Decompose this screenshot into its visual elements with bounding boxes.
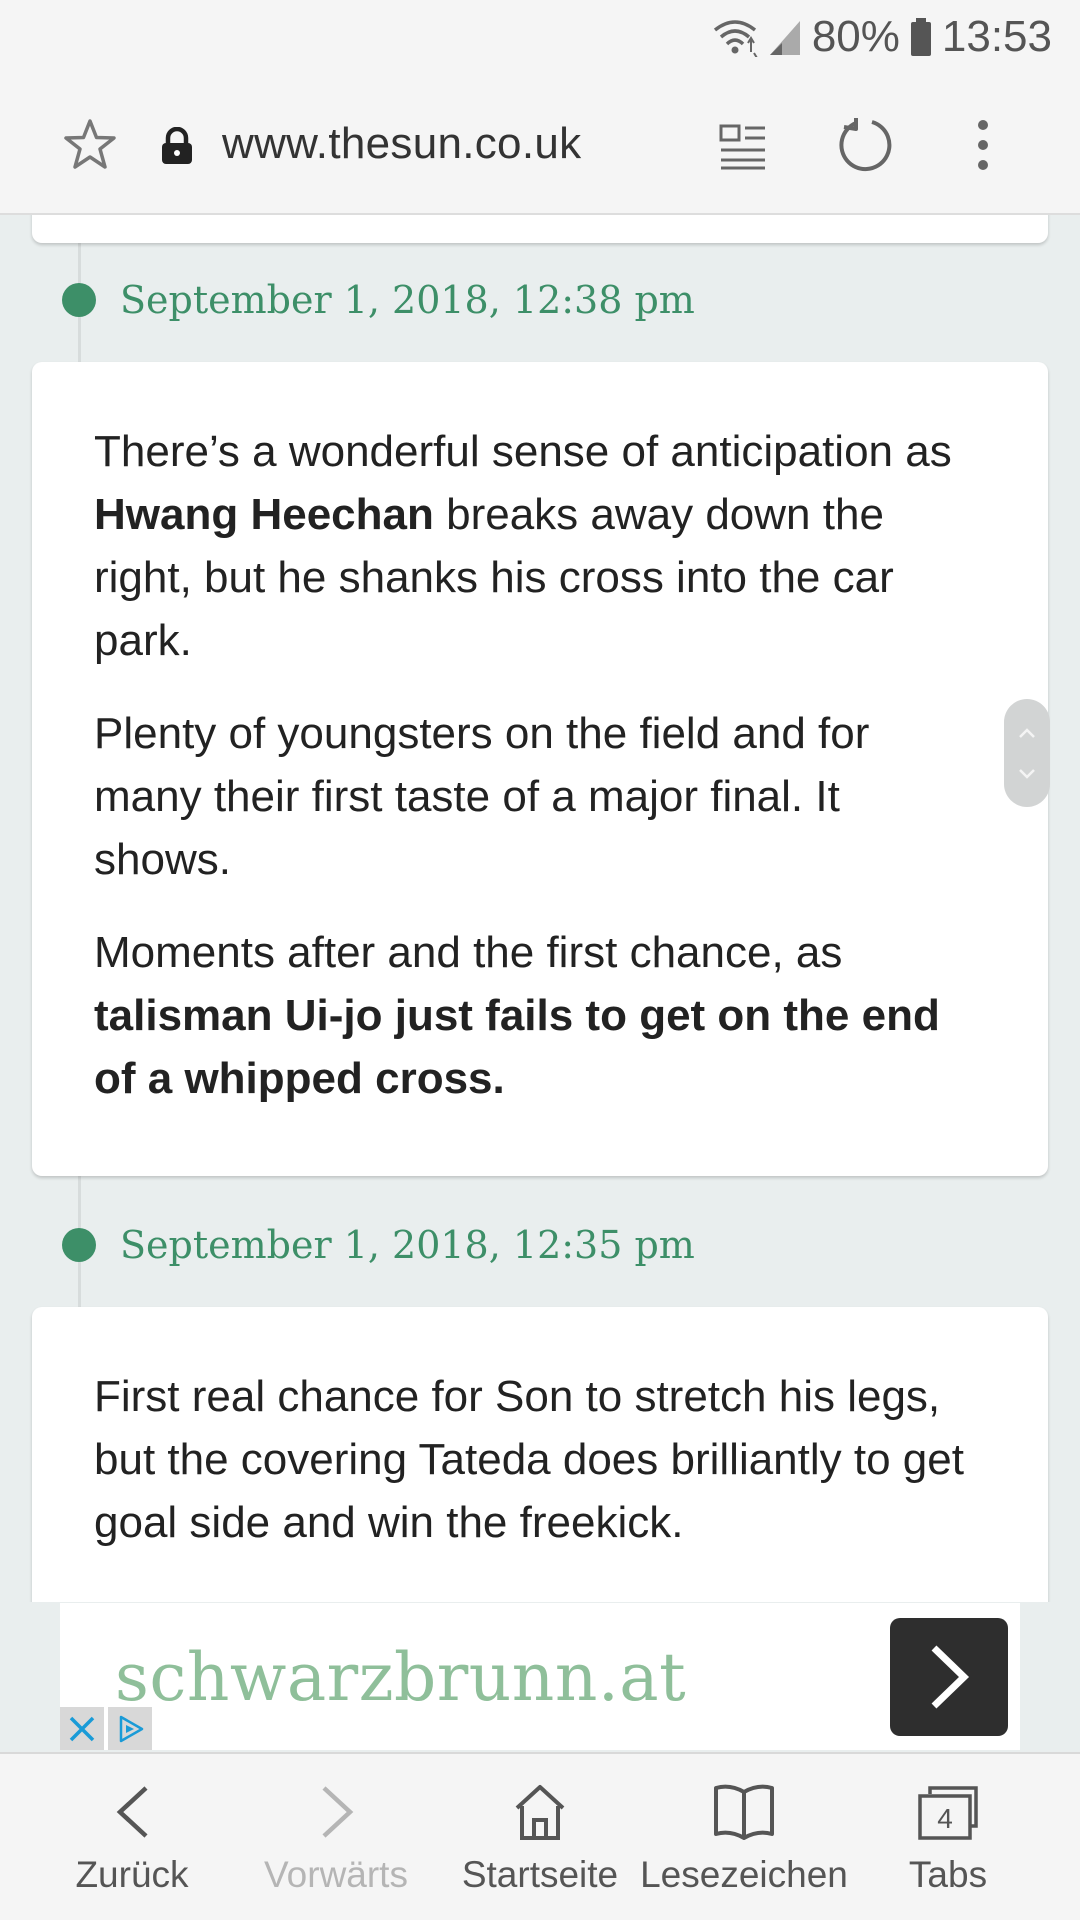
tabs-icon: 4 bbox=[840, 1782, 1056, 1848]
nav-back-button[interactable]: Zurück bbox=[24, 1754, 240, 1920]
tab-count: 4 bbox=[937, 1803, 953, 1834]
nav-back-label: Zurück bbox=[75, 1854, 189, 1895]
entry-paragraph: Moments after and the first chance, as t… bbox=[94, 928, 940, 1103]
book-icon bbox=[636, 1782, 852, 1848]
scroll-handle[interactable] bbox=[1004, 699, 1050, 807]
entry-timestamp: September 1, 2018, 12:38 pm bbox=[62, 278, 695, 322]
bookmark-star-icon[interactable] bbox=[62, 117, 118, 178]
reload-icon[interactable] bbox=[836, 117, 892, 178]
bottom-navigation: Zurück Vorwärts Startseite Lesezeichen 4… bbox=[0, 1752, 1080, 1920]
ad-close-button[interactable] bbox=[60, 1707, 104, 1750]
nav-forward-button[interactable]: Vorwärts bbox=[228, 1754, 444, 1920]
bold-highlight: talisman Ui-jo just fails to get on the … bbox=[94, 991, 940, 1103]
ad-text[interactable]: schwarzbrunn.at bbox=[115, 1639, 686, 1716]
close-icon bbox=[69, 1716, 95, 1741]
status-indicators: 80% 13:53 bbox=[712, 12, 1052, 62]
nav-tabs-label: Tabs bbox=[908, 1854, 988, 1895]
ad-choices-button[interactable] bbox=[108, 1707, 152, 1750]
nav-tabs-button[interactable]: 4 Tabs bbox=[840, 1754, 1056, 1920]
entry-time-text: September 1, 2018, 12:38 pm bbox=[120, 278, 695, 322]
url-field[interactable]: www.thesun.co.uk bbox=[222, 119, 581, 169]
entry-paragraph: There’s a wonderful sense of anticipatio… bbox=[94, 427, 952, 665]
battery-icon bbox=[910, 17, 932, 57]
status-bar: 80% 13:53 bbox=[0, 0, 1080, 75]
ad-arrow-button[interactable] bbox=[890, 1618, 1008, 1736]
chevron-right-icon bbox=[931, 1645, 970, 1709]
lock-icon bbox=[160, 126, 194, 170]
signal-icon bbox=[768, 17, 802, 57]
entry-paragraph: Plenty of youngsters on the field and fo… bbox=[94, 709, 870, 884]
ad-banner[interactable]: schwarzbrunn.at bbox=[60, 1603, 1020, 1750]
entry-paragraph: First real chance for Son to stretch his… bbox=[94, 1372, 964, 1547]
clock: 13:53 bbox=[941, 12, 1052, 61]
timeline-dot-icon bbox=[62, 1228, 96, 1262]
nav-home-label: Startseite bbox=[461, 1854, 619, 1895]
battery-percent: 80% bbox=[811, 12, 900, 61]
reader-mode-icon[interactable] bbox=[718, 121, 768, 176]
chevron-right-icon bbox=[228, 1782, 444, 1848]
entry-card: There’s a wonderful sense of anticipatio… bbox=[32, 362, 1048, 1176]
entry-time-text: September 1, 2018, 12:35 pm bbox=[120, 1223, 695, 1267]
nav-forward-label: Vorwärts bbox=[264, 1854, 408, 1895]
nav-bookmarks-label: Lesezeichen bbox=[640, 1854, 848, 1895]
nav-bookmarks-button[interactable]: Lesezeichen bbox=[636, 1754, 852, 1920]
wifi-icon bbox=[712, 17, 758, 57]
browser-toolbar: www.thesun.co.uk bbox=[0, 75, 1080, 215]
more-options-icon[interactable] bbox=[974, 119, 992, 176]
nav-home-button[interactable]: Startseite bbox=[432, 1754, 648, 1920]
timeline-dot-icon bbox=[62, 283, 96, 317]
ad-choices-icon bbox=[119, 1715, 144, 1742]
live-blog-feed[interactable]: September 1, 2018, 12:38 pm There’s a wo… bbox=[0, 215, 1080, 1602]
chevron-left-icon bbox=[24, 1782, 240, 1848]
entry-timestamp: September 1, 2018, 12:35 pm bbox=[62, 1223, 695, 1267]
home-icon bbox=[432, 1782, 648, 1848]
player-name: Hwang Heechan bbox=[94, 490, 434, 539]
entry-card: First real chance for Son to stretch his… bbox=[32, 1307, 1048, 1602]
previous-entry-card bbox=[32, 215, 1048, 243]
